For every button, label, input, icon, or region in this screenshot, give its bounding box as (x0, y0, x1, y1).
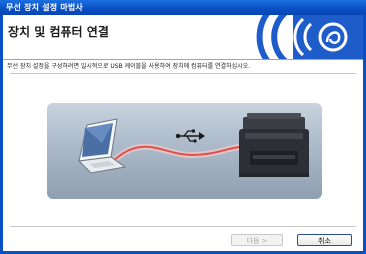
cancel-button[interactable]: 취소 (297, 234, 352, 246)
wizard-header: 장치 및 컴퓨터 연결 (3, 15, 363, 59)
window-titlebar[interactable]: 무선 장치 설정 마법사 (0, 0, 366, 15)
wizard-window: 무선 장치 설정 마법사 장치 및 컴퓨터 연결 무선 장치 설정을 구성하려면… (0, 0, 366, 254)
header-separator (3, 59, 363, 60)
footer-divider (10, 226, 356, 227)
connection-illustration (47, 103, 322, 199)
next-button[interactable]: 다음 > (231, 234, 283, 246)
usb-icon (175, 129, 205, 143)
instruction-text: 무선 장치 설정을 구성하려면 일시적으로 USB 케이블을 사용하여 장치에 … (7, 63, 251, 70)
illustration-graphic (77, 113, 309, 177)
laptop-icon (77, 118, 127, 174)
wireless-logo-icon (253, 15, 363, 59)
printer-icon (239, 113, 309, 177)
page-title: 장치 및 컴퓨터 연결 (8, 25, 109, 39)
window-title: 무선 장치 설정 마법사 (6, 3, 83, 12)
description-divider (10, 73, 356, 74)
